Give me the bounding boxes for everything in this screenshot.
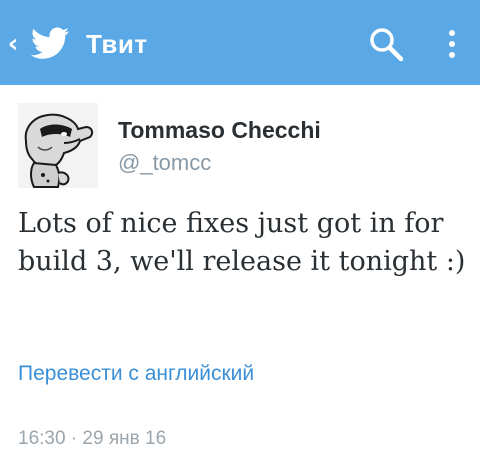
menu-dot bbox=[449, 52, 455, 58]
avatar[interactable] bbox=[18, 103, 98, 188]
author-name[interactable]: Tommaso Checchi bbox=[118, 117, 321, 144]
twitter-bird-icon bbox=[30, 27, 69, 59]
page-title: Твит bbox=[86, 29, 148, 59]
menu-dot bbox=[449, 30, 455, 36]
translate-link[interactable]: Перевести с английский bbox=[18, 362, 254, 386]
search-icon[interactable] bbox=[366, 24, 406, 64]
menu-dot bbox=[449, 41, 455, 47]
timestamp: 16:30 · 29 янв 16 bbox=[18, 428, 167, 449]
author-handle[interactable]: @_tomcc bbox=[118, 150, 211, 176]
avatar-illustration bbox=[18, 103, 98, 188]
app-bar: ‹ Твит bbox=[0, 0, 480, 85]
tweet-text: Lots of nice fixes just got in for build… bbox=[18, 208, 466, 277]
chevron-left-icon: ‹ bbox=[7, 29, 19, 59]
more-vert-icon[interactable] bbox=[440, 24, 464, 64]
